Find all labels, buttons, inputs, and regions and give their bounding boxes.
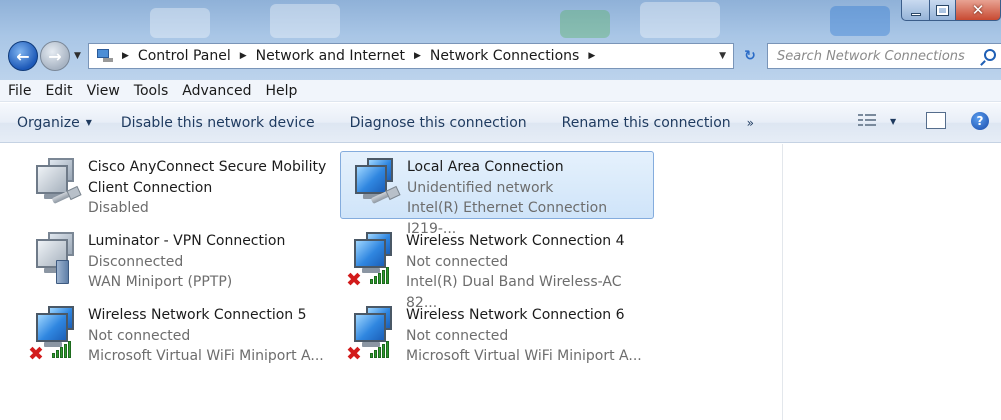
minimize-icon (910, 12, 921, 16)
connection-name: Cisco AnyConnect Secure Mobility (88, 159, 327, 175)
search-input[interactable] (777, 48, 977, 64)
arrow-right-icon: → (48, 46, 62, 66)
connection-item-cisco-anyconnect[interactable]: Cisco AnyConnect Secure Mobility Client … (22, 152, 336, 220)
connection-name: Wireless Network Connection 5 (88, 307, 307, 323)
connection-item-wireless-4[interactable]: ✖ Wireless Network Connection 4 Not conn… (340, 226, 654, 311)
address-dropdown-icon[interactable]: ▼ (719, 51, 726, 61)
glass-reflection (640, 2, 720, 38)
organize-label: Organize (17, 114, 80, 131)
window-controls: ✕ (901, 0, 1001, 22)
view-options-dropdown-icon[interactable]: ▼ (890, 117, 896, 126)
refresh-button[interactable]: ↻ (738, 45, 762, 67)
disable-device-button[interactable]: Disable this network device (112, 115, 324, 131)
connection-name: Wireless Network Connection 4 (406, 233, 625, 249)
arrow-left-icon: ← (16, 46, 30, 66)
connection-status: Not connected (406, 327, 509, 344)
signal-bars-icon (370, 340, 394, 358)
wireless-connection-icon: ✖ (22, 300, 88, 366)
breadcrumb-item-network-and-internet[interactable]: Network and Internet (256, 48, 405, 64)
error-x-icon: ✖ (346, 269, 362, 291)
search-box[interactable] (767, 43, 1001, 69)
breadcrumb-separator-icon[interactable]: ▶ (122, 51, 129, 61)
breadcrumb-separator-icon[interactable]: ▶ (414, 51, 421, 61)
menu-edit[interactable]: Edit (38, 83, 79, 99)
signal-bars-icon (370, 266, 394, 284)
glass-reflection (830, 6, 890, 36)
connection-name: Wireless Network Connection 6 (406, 307, 625, 323)
connection-item-local-area[interactable]: Local Area Connection Unidentified netwo… (340, 151, 654, 237)
address-bar[interactable]: ▶ Control Panel ▶ Network and Internet ▶… (88, 43, 734, 69)
breadcrumb-separator-icon[interactable]: ▶ (588, 51, 595, 61)
chevron-down-icon: ▼ (85, 118, 92, 127)
search-icon[interactable] (984, 49, 996, 61)
back-button[interactable]: ← (8, 41, 38, 71)
connection-name: Local Area Connection (407, 159, 564, 175)
network-location-icon (97, 49, 113, 63)
connection-status: Disabled (88, 200, 149, 216)
wireless-connection-icon: ✖ (340, 300, 406, 366)
maximize-button[interactable] (929, 0, 955, 21)
breadcrumb-separator-icon[interactable]: ▶ (240, 51, 247, 61)
close-button[interactable]: ✕ (955, 0, 1001, 21)
error-x-icon: ✖ (28, 343, 44, 365)
menu-help[interactable]: Help (258, 83, 304, 99)
menu-bar: File Edit View Tools Advanced Help (0, 80, 1001, 102)
forward-button[interactable]: → (40, 41, 70, 71)
maximize-icon (936, 4, 949, 16)
menu-file[interactable]: File (0, 83, 38, 99)
error-x-icon: ✖ (346, 343, 362, 365)
wired-connection-icon (341, 152, 407, 218)
signal-bars-icon (52, 340, 76, 358)
glass-reflection (560, 10, 610, 38)
refresh-icon: ↻ (744, 48, 756, 64)
recent-pages-dropdown[interactable]: ▼ (74, 51, 81, 61)
connection-status: Unidentified network (407, 179, 554, 196)
connection-status: Disconnected (88, 253, 184, 270)
wired-connection-icon (22, 152, 88, 218)
connection-item-wireless-6[interactable]: ✖ Wireless Network Connection 6 Not conn… (340, 300, 654, 368)
connection-name: Luminator - VPN Connection (88, 233, 286, 249)
minimize-button[interactable] (901, 0, 929, 21)
connection-item-luminator-vpn[interactable]: Luminator - VPN Connection Disconnected … (22, 226, 336, 294)
preview-pane-icon[interactable] (926, 112, 946, 129)
window-titlebar: ✕ ← → ▼ ▶ Control Panel ▶ Network and In… (0, 0, 1001, 80)
change-view-icon[interactable] (858, 113, 876, 127)
menu-advanced[interactable]: Advanced (175, 83, 258, 99)
more-commands-button[interactable]: » (747, 116, 754, 130)
glass-reflection (150, 8, 210, 38)
connection-device: WAN Miniport (PPTP) (88, 274, 233, 290)
connection-device: Microsoft Virtual WiFi Miniport A... (88, 348, 324, 364)
connections-list: Cisco AnyConnect Secure Mobility Client … (0, 144, 782, 420)
diagnose-connection-button[interactable]: Diagnose this connection (341, 115, 536, 131)
menu-tools[interactable]: Tools (127, 83, 176, 99)
glass-reflection (270, 4, 340, 38)
preview-pane (782, 144, 1001, 420)
rename-connection-button[interactable]: Rename this connection (553, 115, 740, 131)
organize-button[interactable]: Organize ▼ (0, 115, 101, 131)
connection-device: Microsoft Virtual WiFi Miniport A... (406, 348, 642, 364)
connection-status: Not connected (88, 327, 191, 344)
connection-item-wireless-5[interactable]: ✖ Wireless Network Connection 5 Not conn… (22, 300, 336, 368)
breadcrumb-item-network-connections[interactable]: Network Connections (430, 48, 579, 64)
menu-view[interactable]: View (80, 83, 127, 99)
help-icon[interactable]: ? (971, 112, 989, 130)
vpn-connection-icon (22, 226, 88, 292)
close-icon: ✕ (971, 1, 985, 19)
command-bar: Organize ▼ Disable this network device Di… (0, 103, 1001, 143)
breadcrumb-item-control-panel[interactable]: Control Panel (138, 48, 231, 64)
connection-status: Not connected (406, 253, 509, 270)
connection-name: Client Connection (88, 179, 213, 196)
wireless-connection-icon: ✖ (340, 226, 406, 292)
